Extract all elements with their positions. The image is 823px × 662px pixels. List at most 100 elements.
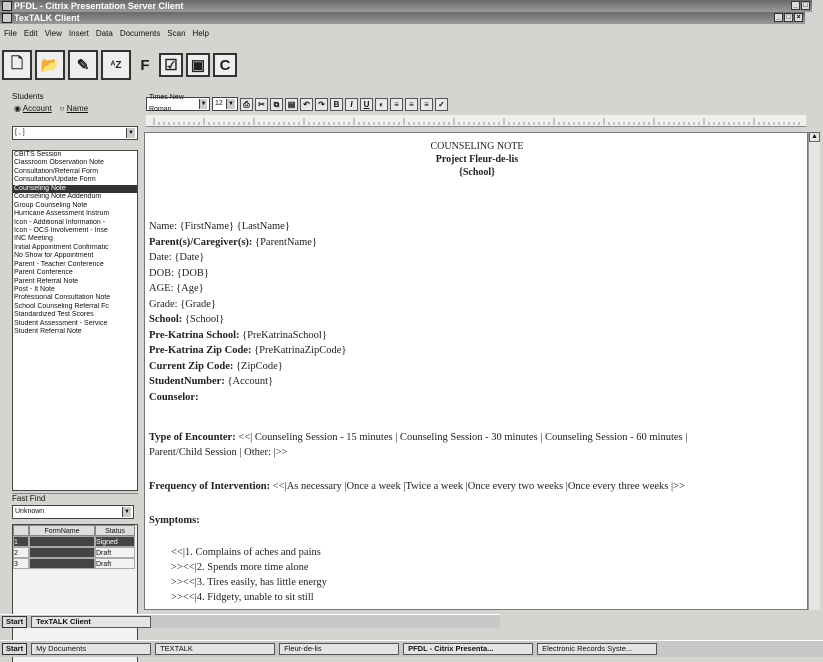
field-line: Name: {FirstName} {LastName} <box>149 219 290 235</box>
note-type-item[interactable]: Professional Consultation Note <box>13 294 137 302</box>
menu-edit[interactable]: Edit <box>24 27 38 41</box>
note-type-item[interactable]: Counseling Note Addendum <box>13 193 137 201</box>
cut-icon[interactable]: ✂ <box>255 97 268 111</box>
paste-icon[interactable]: ▤ <box>285 97 298 111</box>
grid-row[interactable]: 3 Draft <box>13 558 137 569</box>
grid-icon[interactable]: ▣ <box>186 53 210 77</box>
field-line: Current Zip Code: {ZipCode} <box>149 359 283 375</box>
checkbox-form-icon[interactable]: ☑ <box>159 53 183 77</box>
note-type-item[interactable]: No Show for Appointment <box>13 252 137 260</box>
students-panel: Students ◉ Account ○ Name [ , ] ▼ CBITS … <box>2 92 142 662</box>
note-type-list[interactable]: CBITS Session Classroom Observation Note C… <box>12 150 138 491</box>
doc-subtitle: Project Fleur-de-lis <box>435 154 519 165</box>
grid-header-status[interactable]: Status <box>95 525 135 536</box>
menu-scan[interactable]: Scan <box>167 27 185 41</box>
note-type-item[interactable]: School Counseling Referral Fc <box>13 303 137 311</box>
symptom-item: >><<|2. Spends more time alone <box>171 562 309 573</box>
note-type-item[interactable]: Consultation/Referral Form <box>13 168 137 176</box>
align-right-icon[interactable]: ≡ <box>420 97 433 111</box>
note-type-item[interactable]: Standardized Test Scores <box>13 311 137 319</box>
field-line: Date: {Date} <box>149 250 204 266</box>
font-select[interactable]: Times New Roman ▼ <box>146 94 210 113</box>
align-center-icon[interactable]: ≡ <box>405 97 418 111</box>
note-type-item[interactable]: Parent Referral Note <box>13 278 137 286</box>
note-type-item[interactable]: Post - It Note <box>13 286 137 294</box>
note-type-item[interactable]: Group Counseling Note <box>13 202 137 210</box>
print-icon[interactable]: ⎙ <box>240 97 253 111</box>
note-type-item[interactable]: Parent Conference <box>13 269 137 277</box>
sort-az-icon[interactable]: ᴬZ <box>101 50 131 80</box>
chevron-down-icon[interactable]: ▼ <box>122 507 131 517</box>
task-textalk[interactable]: TEXTALK <box>155 643 276 655</box>
note-type-item[interactable]: Icon - OCS Involvement - Inse <box>13 227 137 235</box>
note-type-item[interactable]: Student Referral Note <box>13 328 137 336</box>
inner-start-button[interactable]: Start <box>2 615 28 628</box>
scroll-up-icon[interactable]: ▲ <box>809 132 820 142</box>
align-left-icon[interactable]: ≡ <box>390 97 403 111</box>
underline-button[interactable]: U <box>360 97 373 111</box>
close-button[interactable]: × <box>794 13 803 22</box>
minimize-button[interactable]: _ <box>791 1 800 10</box>
note-type-item[interactable]: CBITS Session <box>13 151 137 159</box>
chevron-down-icon[interactable]: ▼ <box>126 128 135 138</box>
grid-header-formname[interactable]: FormName <box>29 525 95 536</box>
copy-icon[interactable]: ⧉ <box>270 97 283 111</box>
textalk-task[interactable]: TexTALK Client <box>31 615 152 628</box>
field-label: AGE: <box>149 283 174 294</box>
note-type-item[interactable]: INC Meeting <box>13 235 137 243</box>
menu-documents[interactable]: Documents <box>120 27 160 41</box>
field-value: {DOB} <box>176 267 209 279</box>
redo-icon[interactable]: ↷ <box>315 97 328 111</box>
maximize-button[interactable]: □ <box>801 1 810 10</box>
menu-view[interactable]: View <box>45 27 62 41</box>
account-radio[interactable]: ◉ Account <box>14 104 52 113</box>
restore-button[interactable]: □ <box>784 13 793 22</box>
name-radio[interactable]: ○ Name <box>60 104 88 113</box>
grid-row[interactable]: 1 Signed <box>13 536 137 547</box>
menu-file[interactable]: File <box>4 27 17 41</box>
task-fleur-de-lis[interactable]: Fleur-de-lis <box>279 643 400 655</box>
bold-button[interactable]: B <box>330 97 343 111</box>
main-toolbar: 🗋 📂 ✎ ᴬZ F ☑ ▣ C <box>2 45 252 85</box>
color-icon[interactable]: ◐ <box>375 97 388 111</box>
field-line: DOB: {DOB} <box>149 266 209 282</box>
document-scrollbar[interactable]: ▲ <box>808 132 820 610</box>
c-icon[interactable]: C <box>213 53 237 77</box>
inner-window-title: TexTALK Client <box>14 13 80 23</box>
doc-title: COUNSELING NOTE <box>430 141 524 152</box>
note-type-item[interactable]: Student Assessment - Service <box>13 320 137 328</box>
document-editor[interactable]: COUNSELING NOTE Project Fleur-de-lis {Sc… <box>144 132 808 610</box>
task-citrix[interactable]: PFDL - Citrix Presenta... <box>403 643 534 655</box>
italic-button[interactable]: I <box>345 97 358 111</box>
student-select[interactable]: [ , ] ▼ <box>12 126 138 140</box>
undo-icon[interactable]: ↶ <box>300 97 313 111</box>
note-type-item[interactable]: Initial Appointment Confirmatic <box>13 244 137 252</box>
outer-start-button[interactable]: Start <box>2 643 28 655</box>
note-type-item[interactable]: Classroom Observation Note <box>13 159 137 167</box>
chevron-down-icon: ▼ <box>226 99 235 109</box>
open-folder-icon[interactable]: 📂 <box>35 50 65 80</box>
menu-insert[interactable]: Insert <box>69 27 89 41</box>
task-my-documents[interactable]: My Documents <box>31 643 152 655</box>
row-number: 3 <box>13 558 29 569</box>
menu-help[interactable]: Help <box>193 27 209 41</box>
fast-find-select[interactable]: Unknown ▼ <box>12 505 134 519</box>
note-type-item[interactable]: Parent - Teacher Conference <box>13 261 137 269</box>
font-format-icon[interactable]: F <box>134 50 156 80</box>
minimize-button[interactable]: _ <box>774 13 783 22</box>
new-document-icon[interactable]: 🗋 <box>2 50 32 80</box>
row-status: Draft <box>95 558 135 569</box>
task-electronic-records[interactable]: Electronic Records Syste... <box>537 643 658 655</box>
field-label: Pre-Katrina School: <box>149 329 240 341</box>
symptom-item: <<|1. Complains of aches and pains <box>171 547 321 558</box>
note-type-item[interactable]: Hurricane Assessment Instrum <box>13 210 137 218</box>
menu-data[interactable]: Data <box>96 27 113 41</box>
row-status: Draft <box>95 547 135 558</box>
edit-pen-icon[interactable]: ✎ <box>68 50 98 80</box>
grid-row[interactable]: 2 Draft <box>13 547 137 558</box>
note-type-item[interactable]: Consultation/Update Form <box>13 176 137 184</box>
spellcheck-icon[interactable]: ✓ <box>435 97 448 111</box>
note-type-item[interactable]: Icon - Additional Information - <box>13 219 137 227</box>
note-type-item[interactable]: Counseling Note <box>13 184 137 194</box>
font-size-select[interactable]: 12 ▼ <box>212 97 238 111</box>
